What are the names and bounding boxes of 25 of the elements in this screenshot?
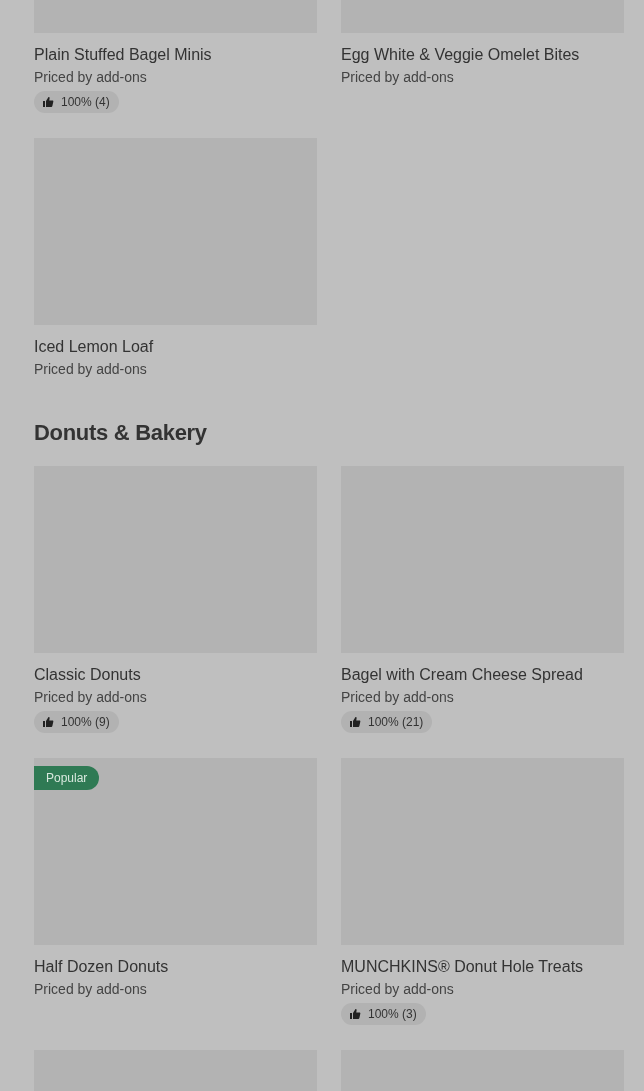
rating-pill: 100% (3) — [341, 1003, 426, 1025]
item-title[interactable]: MUNCHKINS® Donut Hole Treats — [341, 957, 584, 977]
item-title[interactable]: Bagel with Cream Cheese Spread — [341, 665, 583, 685]
thumbs-up-icon — [349, 1008, 361, 1020]
rating-pill: 100% (9) — [34, 711, 119, 733]
item-price: Priced by add-ons — [34, 688, 147, 706]
item-price: Priced by add-ons — [341, 68, 454, 86]
item-price: Priced by add-ons — [34, 980, 147, 998]
section-heading: Donuts & Bakery — [34, 419, 208, 447]
thumbs-up-icon — [42, 716, 54, 728]
item-image-placeholder[interactable]: Popular — [34, 758, 317, 945]
item-price: Priced by add-ons — [341, 688, 454, 706]
rating-pill: 100% (21) — [341, 711, 433, 733]
item-title[interactable]: Half Dozen Donuts — [34, 957, 169, 977]
thumbs-up-icon — [42, 96, 54, 108]
item-price: Priced by add-ons — [34, 360, 147, 378]
item-title[interactable]: Classic Donuts — [34, 665, 141, 685]
item-price: Priced by add-ons — [34, 68, 147, 86]
rating-pill: 100% (4) — [34, 91, 119, 113]
item-price: Priced by add-ons — [341, 980, 454, 998]
thumbs-up-icon — [349, 716, 361, 728]
popular-badge: Popular — [34, 766, 100, 790]
item-title[interactable]: Iced Lemon Loaf — [34, 337, 154, 357]
item-title[interactable]: Plain Stuffed Bagel Minis — [34, 45, 212, 65]
item-title[interactable]: Egg White & Veggie Omelet Bites — [341, 45, 580, 65]
